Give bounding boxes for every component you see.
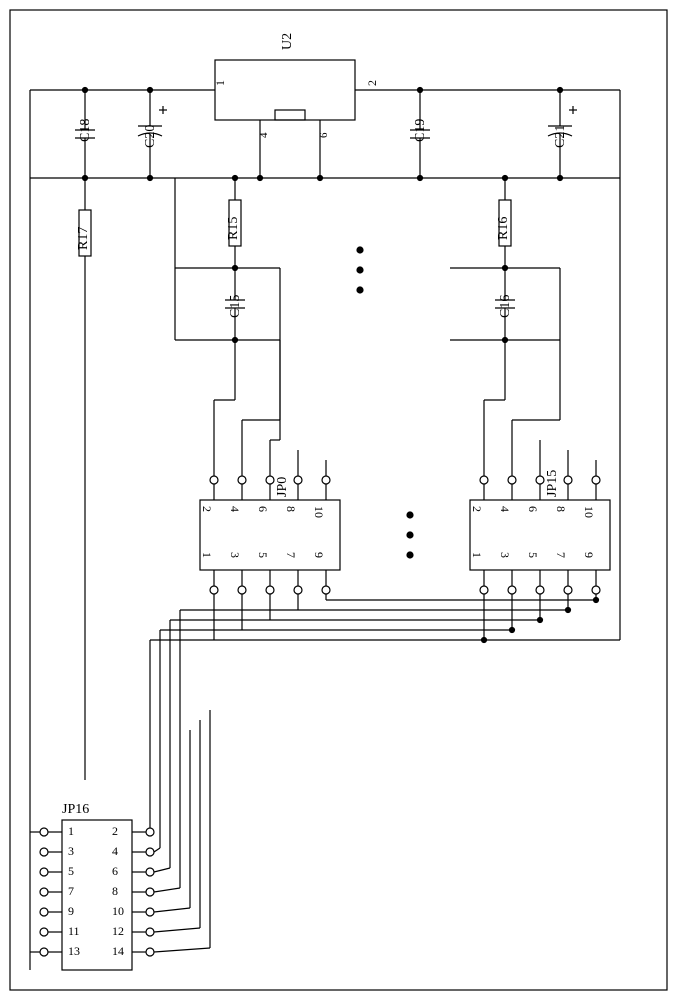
jp0-pin6: 6 [255, 506, 270, 512]
ic-pin-6: 6 [318, 133, 330, 139]
ic-label: U2 [280, 33, 296, 50]
jp15-pin2: 2 [469, 506, 484, 512]
jp16-pin1: 1 [68, 824, 74, 839]
jp16-pin13: 13 [68, 944, 80, 959]
res-r15-label: R15 [226, 217, 242, 240]
jp16-pin14: 14 [112, 944, 124, 959]
ic-pin-2: 2 [365, 80, 380, 86]
jp16-pin2: 2 [112, 824, 118, 839]
jp15-pin10: 10 [581, 506, 596, 518]
jp0-pin10: 10 [311, 506, 326, 518]
cap-c16-label: C16 [498, 295, 514, 318]
jp15-pin4: 4 [497, 506, 512, 512]
cap-c15-label: C15 [228, 295, 244, 318]
cap-c21-label: C21 [553, 125, 569, 148]
jp0-pin8: 8 [283, 506, 298, 512]
jp15-pin1: 1 [469, 552, 484, 558]
jp16-pin3: 3 [68, 844, 74, 859]
conn-jp15-label: JP15 [545, 470, 561, 497]
jp15-pin5: 5 [525, 552, 540, 558]
jp0-pin9: 9 [311, 552, 326, 558]
jp16-pin6: 6 [112, 864, 118, 879]
res-r17-label: R17 [76, 227, 92, 250]
jp15-pin7: 7 [553, 552, 568, 558]
jp0-pin5: 5 [255, 552, 270, 558]
jp16-pin5: 5 [68, 864, 74, 879]
jp15-pin9: 9 [581, 552, 596, 558]
jp16-pin4: 4 [112, 844, 118, 859]
jp16-pin8: 8 [112, 884, 118, 899]
jp16-pin11: 11 [68, 924, 80, 939]
jp16-pin7: 7 [68, 884, 74, 899]
jp0-pin2: 2 [199, 506, 214, 512]
jp0-pin3: 3 [227, 552, 242, 558]
jp16-pin9: 9 [68, 904, 74, 919]
conn-jp0-label: JP0 [275, 477, 291, 497]
ic-pin-4: 4 [258, 133, 270, 139]
cap-c19-label: C19 [413, 119, 429, 142]
cap-c20-label: C20 [143, 125, 159, 148]
jp0-pin1: 1 [199, 552, 214, 558]
jp16-pin10: 10 [112, 904, 124, 919]
ic-pin-1: 1 [213, 80, 228, 86]
jp15-pin8: 8 [553, 506, 568, 512]
jp15-pin3: 3 [497, 552, 512, 558]
jp0-pin7: 7 [283, 552, 298, 558]
jp15-pin6: 6 [525, 506, 540, 512]
jp0-pin4: 4 [227, 506, 242, 512]
cap-c18-label: C18 [78, 119, 94, 142]
conn-jp16-label: JP16 [62, 802, 89, 818]
jp16-pin12: 12 [112, 924, 124, 939]
res-r16-label: R16 [496, 217, 512, 240]
